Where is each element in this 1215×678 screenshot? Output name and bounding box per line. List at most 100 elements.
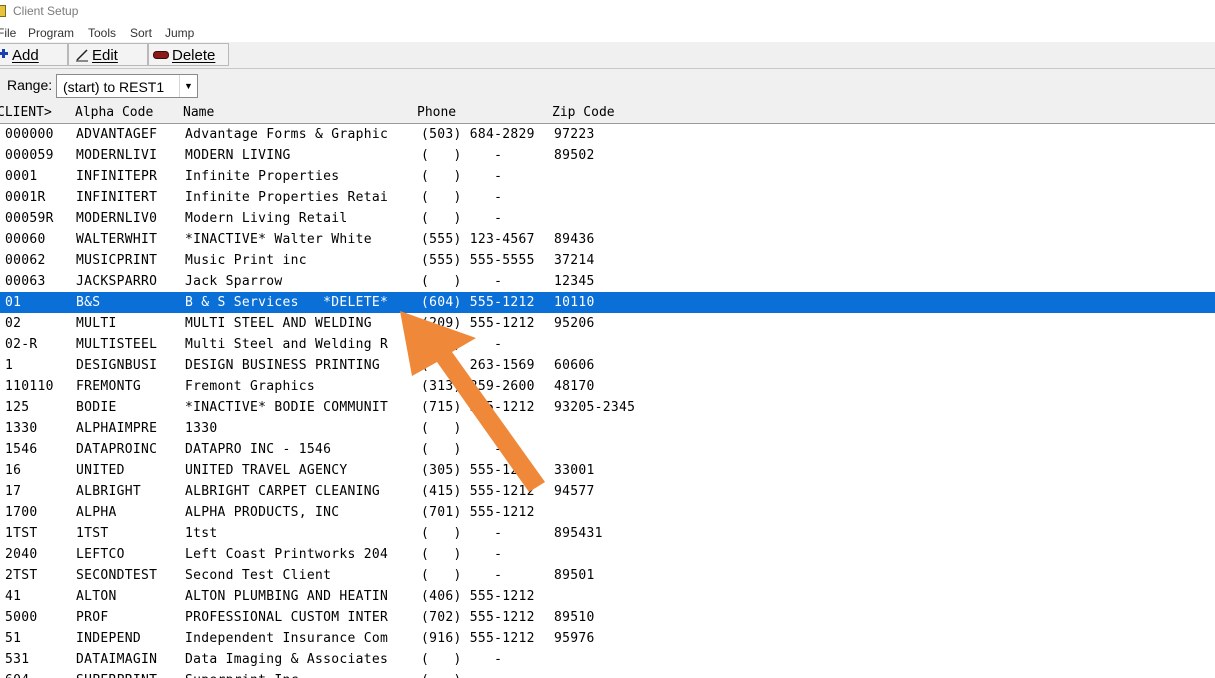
column-zip-code[interactable]: Zip Code — [552, 105, 615, 120]
delete-button[interactable]: Delete — [148, 43, 229, 66]
cell-alpha-code: MUSICPRINT — [76, 253, 158, 268]
delete-button-label: Delete — [172, 47, 216, 64]
cell-client: 000000 — [5, 127, 54, 142]
cell-client: 0001 — [5, 169, 38, 184]
table-row[interactable]: 1TST 1TST 1tst ( ) - 895431 — [0, 523, 1215, 544]
cell-name: Fremont Graphics — [185, 379, 316, 394]
cell-zip-code: 33001 — [554, 463, 595, 478]
table-row[interactable]: 531 DATAIMAGIN Data Imaging & Associates ( … — [0, 649, 1215, 670]
cell-phone: ( ) 263-1569 — [421, 358, 535, 373]
table-row[interactable]: 604 SUPERPRINT Superprint Inc ( ) - — [0, 670, 1215, 678]
table-row[interactable]: 1330 ALPHAIMPRE 1330 ( ) - — [0, 418, 1215, 439]
cell-zip-code: 93205-2345 — [554, 400, 636, 415]
cell-name: Infinite Properties — [185, 169, 340, 184]
column-header: CLIENT> Alpha Code Name Phone Zip Code — [0, 103, 1215, 124]
cell-client: 01 — [5, 295, 22, 310]
cell-alpha-code: B&S — [76, 295, 101, 310]
cell-client: 2040 — [5, 547, 38, 562]
menu-file[interactable]: File — [0, 26, 16, 40]
add-button-label: Add — [12, 47, 39, 64]
edit-button[interactable]: Edit — [68, 43, 148, 66]
table-row[interactable]: 00060 WALTERWHIT *INACTIVE* Walter White (5… — [0, 229, 1215, 250]
cell-name: B & S Services *DELETE* — [185, 295, 389, 310]
table-row[interactable]: 51 INDEPEND Independent Insurance Com (916)… — [0, 628, 1215, 649]
cell-client: 000059 — [5, 148, 54, 163]
table-row[interactable]: 1546 DATAPROINC DATAPRO INC - 1546 ( ) - — [0, 439, 1215, 460]
cell-alpha-code: INFINITEPR — [76, 169, 158, 184]
cell-phone: ( ) - — [421, 421, 503, 436]
cell-alpha-code: MODERNLIVI — [76, 148, 158, 163]
cell-client: 1TST — [5, 526, 38, 541]
cell-name: UNITED TRAVEL AGENCY — [185, 463, 348, 478]
cell-client: 02-R — [5, 337, 38, 352]
cell-phone: ( ) - — [421, 169, 503, 184]
cell-client: 02 — [5, 316, 22, 331]
cell-name: MODERN LIVING — [185, 148, 291, 163]
cell-name: DATAPRO INC - 1546 — [185, 442, 332, 457]
cell-zip-code: 95206 — [554, 316, 595, 331]
column-alpha-code[interactable]: Alpha Code — [75, 105, 153, 120]
table-row[interactable]: 000059 MODERNLIVI MODERN LIVING ( ) - 89502 — [0, 145, 1215, 166]
cell-client: 00062 — [5, 253, 46, 268]
cell-alpha-code: WALTERWHIT — [76, 232, 158, 247]
menu-sort[interactable]: Sort — [130, 26, 152, 40]
table-row[interactable]: 0001R INFINITERT Infinite Properties Retai… — [0, 187, 1215, 208]
table-row[interactable]: 00062 MUSICPRINT Music Print inc (555) 555-… — [0, 250, 1215, 271]
cell-name: Music Print inc — [185, 253, 307, 268]
menu-jump[interactable]: Jump — [165, 26, 194, 40]
menu-tools[interactable]: Tools — [88, 26, 116, 40]
client-list[interactable]: 000000 ADVANTAGEF Advantage Forms & Graphi… — [0, 124, 1215, 678]
cell-name: Data Imaging & Associates — [185, 652, 389, 667]
column-phone[interactable]: Phone — [417, 105, 456, 120]
cell-zip-code: 94577 — [554, 484, 595, 499]
table-row[interactable]: 41 ALTON ALTON PLUMBING AND HEATIN (406) 55… — [0, 586, 1215, 607]
cell-client: 1700 — [5, 505, 38, 520]
edit-button-label: Edit — [92, 47, 118, 64]
range-value: (start) to REST1 — [63, 79, 165, 95]
table-row[interactable]: 02-R MULTISTEEL Multi Steel and Welding R (… — [0, 334, 1215, 355]
cell-phone: ( ) - — [421, 673, 502, 678]
cell-client: 2TST — [5, 568, 38, 583]
range-select[interactable]: (start) to REST1 ▼ — [56, 74, 198, 98]
cell-phone: (701) 555-1212 — [421, 505, 535, 520]
cell-alpha-code: ALTON — [76, 589, 117, 604]
chevron-down-icon[interactable]: ▼ — [179, 75, 197, 97]
cell-zip-code: 12345 — [554, 274, 595, 289]
cell-name: Superprint Inc — [185, 673, 411, 678]
title-bar: Client Setup — [0, 0, 1215, 23]
cell-client: 604 — [5, 673, 29, 678]
menu-program[interactable]: Program — [28, 26, 74, 40]
table-row[interactable]: 110110 FREMONTG Fremont Graphics (313) 259-… — [0, 376, 1215, 397]
table-row[interactable]: 5000 PROF PROFESSIONAL CUSTOM INTER (702) 5… — [0, 607, 1215, 628]
window-title: Client Setup — [13, 4, 79, 18]
table-row[interactable]: 000000 ADVANTAGEF Advantage Forms & Graphi… — [0, 124, 1215, 145]
table-row[interactable]: 1700 ALPHA ALPHA PRODUCTS, INC (701) 555-12… — [0, 502, 1215, 523]
cell-alpha-code: MULTI — [76, 316, 117, 331]
table-row[interactable]: 00063 JACKSPARRO Jack Sparrow ( ) - 12345 — [0, 271, 1215, 292]
table-row[interactable]: 00059R MODERNLIV0 Modern Living Retail ( ) … — [0, 208, 1215, 229]
cell-phone: ( ) - — [421, 442, 503, 457]
cell-zip-code: 89436 — [554, 232, 595, 247]
table-row[interactable]: 0001 INFINITEPR Infinite Properties ( ) - — [0, 166, 1215, 187]
cell-phone: ( ) - — [421, 274, 503, 289]
table-row[interactable]: 125 BODIE *INACTIVE* BODIE COMMUNIT (715) 5… — [0, 397, 1215, 418]
add-button[interactable]: Add — [0, 43, 68, 66]
table-row[interactable]: 02 MULTI MULTI STEEL AND WELDING (209) 555-… — [0, 313, 1215, 334]
table-row[interactable]: 17 ALBRIGHT ALBRIGHT CARPET CLEANING (415) … — [0, 481, 1215, 502]
cell-name: ALPHA PRODUCTS, INC — [185, 505, 340, 520]
column-client[interactable]: CLIENT> — [0, 105, 52, 120]
table-row[interactable]: 01 B&S B & S Services *DELETE* (604) 555-12… — [0, 292, 1215, 313]
table-row[interactable]: 2040 LEFTCO Left Coast Printworks 204 ( ) - — [0, 544, 1215, 565]
cell-client: 1546 — [5, 442, 38, 457]
table-row[interactable]: 2TST SECONDTEST Second Test Client ( ) - 895… — [0, 565, 1215, 586]
table-row[interactable]: 1 DESIGNBUSI DESIGN BUSINESS PRINTING ( ) 2… — [0, 355, 1215, 376]
cell-phone: (702) 555-1212 — [421, 610, 535, 625]
cell-phone: (503) 684-2829 — [421, 127, 535, 142]
cell-alpha-code: LEFTCO — [76, 547, 125, 562]
column-name[interactable]: Name — [183, 105, 214, 120]
cell-name: Left Coast Printworks 204 — [185, 547, 389, 562]
cell-phone: (209) 555-1212 — [421, 316, 535, 331]
cell-zip-code: 48170 — [554, 379, 595, 394]
table-row[interactable]: 16 UNITED UNITED TRAVEL AGENCY (305) 555-12… — [0, 460, 1215, 481]
cell-phone: ( ) - — [421, 211, 503, 226]
